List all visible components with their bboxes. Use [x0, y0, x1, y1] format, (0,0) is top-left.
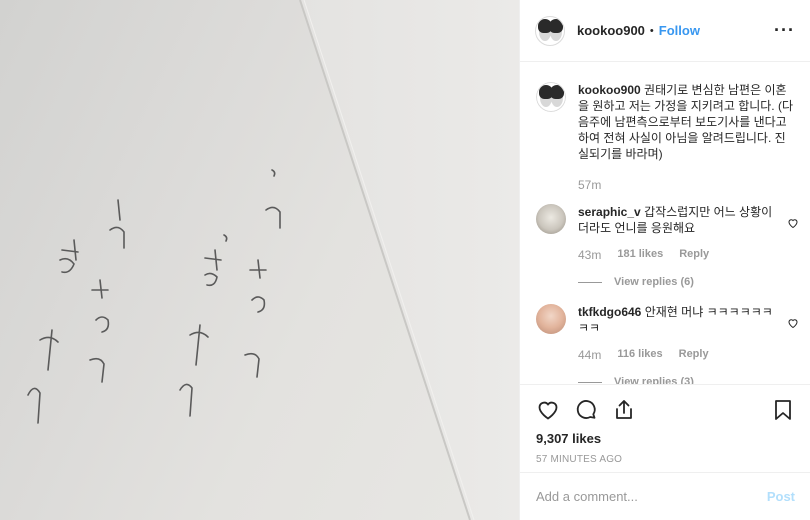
posted-time[interactable]: 57 MINUTES AGO — [536, 454, 795, 465]
follow-button[interactable]: Follow — [659, 23, 700, 38]
reply-button[interactable]: Reply — [679, 348, 709, 362]
like-heart-icon[interactable] — [536, 398, 560, 422]
caption-time[interactable]: 57m — [578, 178, 601, 192]
commenter-avatar[interactable] — [536, 304, 566, 334]
view-replies-label[interactable]: View replies (6) — [614, 276, 694, 288]
post-header: kookoo900 • Follow ··· — [520, 0, 810, 62]
likes-count[interactable]: 9,307 likes — [536, 431, 795, 446]
share-upload-icon[interactable] — [612, 398, 636, 422]
author-avatar[interactable] — [535, 15, 565, 46]
action-icons — [536, 385, 795, 431]
comment-likes[interactable]: 181 likes — [617, 248, 663, 262]
like-comment-icon[interactable] — [787, 217, 799, 229]
add-comment-bar: Post — [520, 472, 810, 520]
bookmark-icon[interactable] — [771, 398, 795, 422]
like-comment-icon[interactable] — [787, 317, 799, 329]
post-photo[interactable] — [0, 0, 519, 520]
add-comment-input[interactable] — [536, 489, 767, 504]
author-username[interactable]: kookoo900 — [577, 23, 645, 38]
more-options-icon[interactable]: ··· — [774, 21, 795, 39]
post-side-panel: kookoo900 • Follow ··· kookoo900 권태기로 변심… — [519, 0, 810, 520]
view-replies-button[interactable]: View replies (6) — [578, 276, 795, 288]
handwriting-strokes — [27, 169, 281, 424]
view-replies-label[interactable]: View replies (3) — [614, 376, 694, 384]
comment-bubble-icon[interactable] — [574, 398, 598, 422]
comment-likes[interactable]: 116 likes — [617, 348, 662, 362]
caption-meta: 57m — [578, 178, 795, 192]
caption-username[interactable]: kookoo900 — [578, 83, 641, 97]
caption: kookoo900 권태기로 변심한 남편은 이혼을 원하고 저는 가정을 지키… — [536, 82, 795, 192]
photo-paper-shading — [27, 0, 519, 520]
comment-username[interactable]: tkfkdgo646 — [578, 305, 641, 319]
commenter-avatar[interactable] — [536, 204, 566, 234]
reply-button[interactable]: Reply — [679, 248, 709, 262]
comments-list[interactable]: kookoo900 권태기로 변심한 남편은 이혼을 원하고 저는 가정을 지키… — [520, 62, 810, 384]
view-replies-button[interactable]: View replies (3) — [578, 376, 795, 384]
caption-avatar[interactable] — [536, 82, 566, 112]
comment-meta: 44m 116 likes Reply — [578, 348, 795, 362]
comment-meta: 43m 181 likes Reply — [578, 248, 795, 262]
divider-line — [578, 381, 602, 383]
comment-time[interactable]: 43m — [578, 248, 601, 262]
comment-item: tkfkdgo646 안재현 머냐 ㅋㅋㅋㅋㅋㅋㅋㅋ 44m 116 likes… — [536, 304, 798, 384]
comment-username[interactable]: seraphic_v — [578, 205, 641, 219]
comment-time[interactable]: 44m — [578, 348, 601, 362]
separator-dot: • — [649, 24, 654, 37]
divider-line — [578, 281, 602, 283]
comment-item: seraphic_v 갑작스럽지만 어느 상황이더라도 언니를 응원해요 43m… — [536, 204, 798, 288]
post-comment-button[interactable]: Post — [767, 489, 795, 504]
